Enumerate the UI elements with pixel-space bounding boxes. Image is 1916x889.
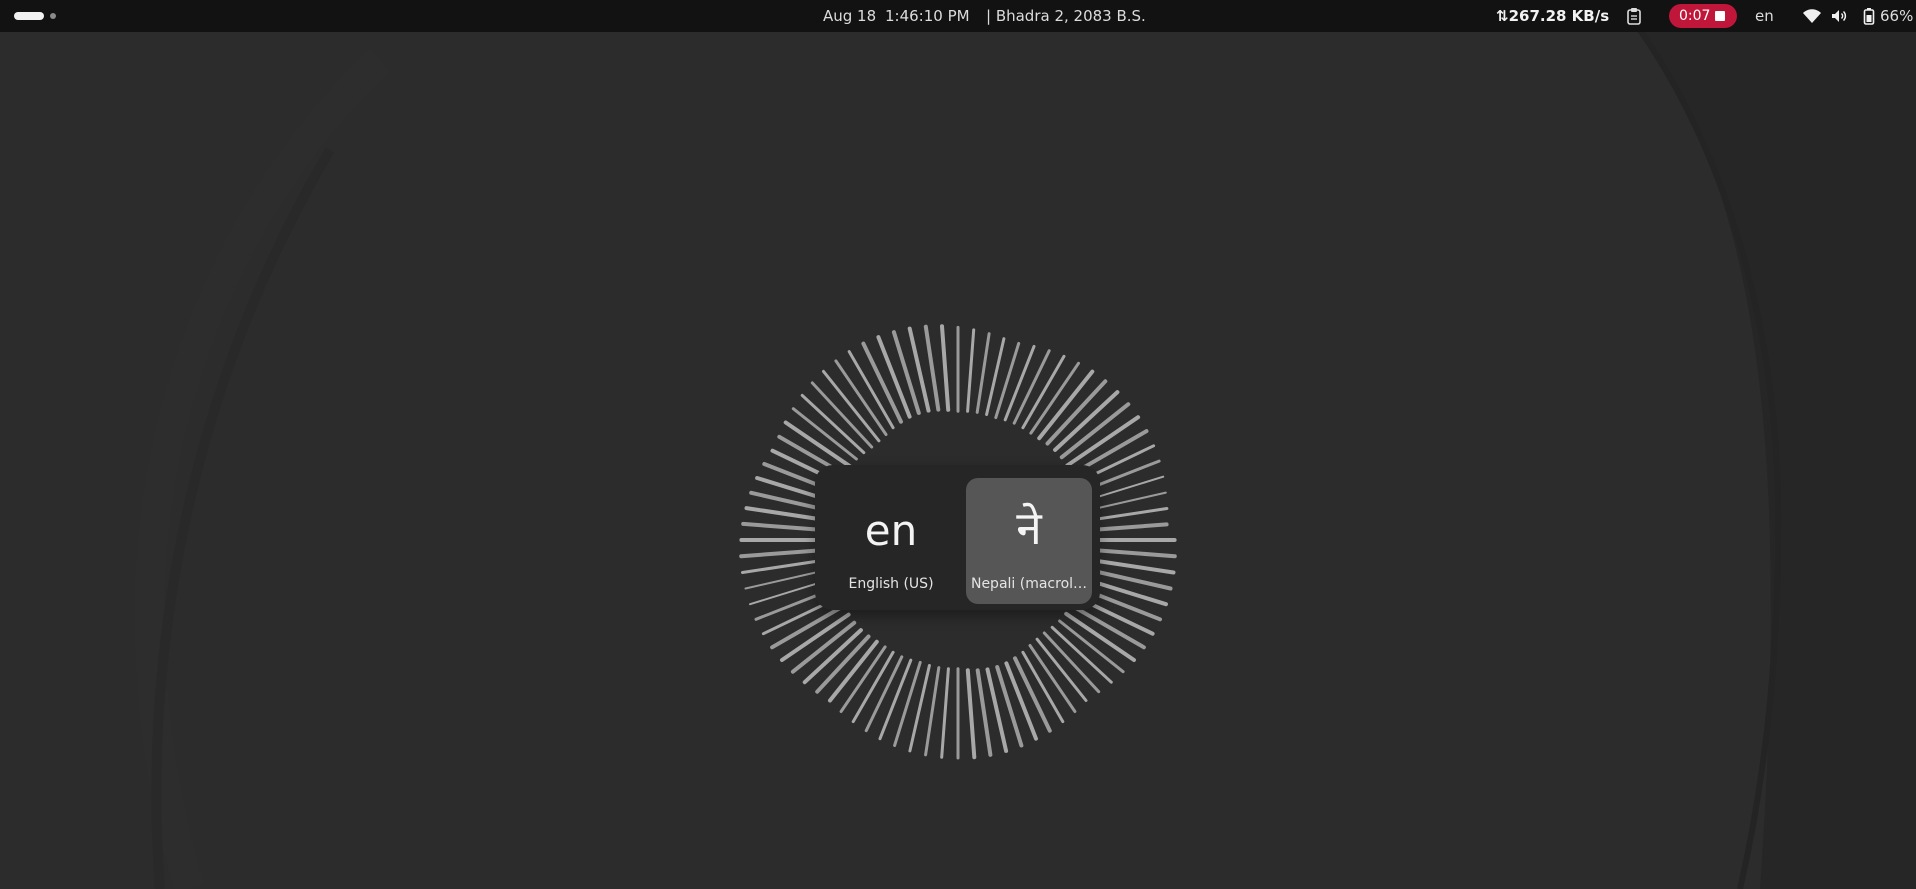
workspace-indicator-active[interactable]	[14, 12, 44, 20]
recording-time: 0:07	[1679, 8, 1711, 24]
visualizer-bar	[923, 324, 941, 412]
clock-date[interactable]: Aug 18	[823, 0, 876, 32]
visualizer-bar	[975, 332, 991, 414]
screen-recording-indicator[interactable]: 0:07	[1669, 4, 1737, 28]
input-source-label: Nepali (macrol…	[970, 576, 1088, 592]
keyboard-layout-indicator[interactable]: en	[1755, 0, 1774, 32]
battery-percentage: 66%	[1880, 7, 1914, 25]
visualizer-bar	[966, 328, 976, 413]
clipboard-icon[interactable]	[1624, 6, 1644, 26]
audio-visualizer-ring	[739, 324, 1177, 760]
visualizer-bar	[940, 324, 951, 412]
input-source-english[interactable]: en English (US)	[828, 478, 954, 604]
visualizer-bar	[893, 660, 922, 747]
clock-time[interactable]: 1:46:10 PM	[885, 0, 970, 32]
battery-icon[interactable]	[1859, 6, 1879, 26]
visualizer-bar	[1087, 547, 1177, 559]
input-source-glyph: ने	[1016, 501, 1042, 555]
workspace-indicator[interactable]	[50, 13, 56, 19]
visualizer-bar	[975, 668, 993, 757]
input-source-nepali[interactable]: ने Nepali (macrol…	[966, 478, 1092, 604]
visualizer-bar	[965, 668, 977, 760]
input-source-switcher: en English (US) ने Nepali (macrol…	[815, 465, 1100, 610]
stop-icon	[1715, 11, 1725, 21]
network-speed-value: 267.28 KB/s	[1508, 7, 1610, 25]
wifi-icon[interactable]	[1802, 6, 1822, 26]
visualizer-bar	[924, 666, 941, 757]
top-bar: Aug 18 1:46:10 PM | Bhadra 2, 2083 B.S. …	[0, 0, 1916, 32]
network-speed-icon: ⇅	[1496, 7, 1509, 25]
visualizer-bar	[940, 667, 950, 759]
visualizer-bar	[908, 664, 931, 753]
visualizer-bar	[1086, 557, 1176, 575]
input-source-label: English (US)	[848, 576, 934, 592]
bikram-sambat-date[interactable]: | Bhadra 2, 2083 B.S.	[986, 0, 1146, 32]
network-speed-indicator[interactable]: ⇅267.28 KB/s	[1496, 0, 1609, 32]
volume-icon[interactable]	[1829, 6, 1849, 26]
input-source-glyph: en	[864, 506, 918, 555]
